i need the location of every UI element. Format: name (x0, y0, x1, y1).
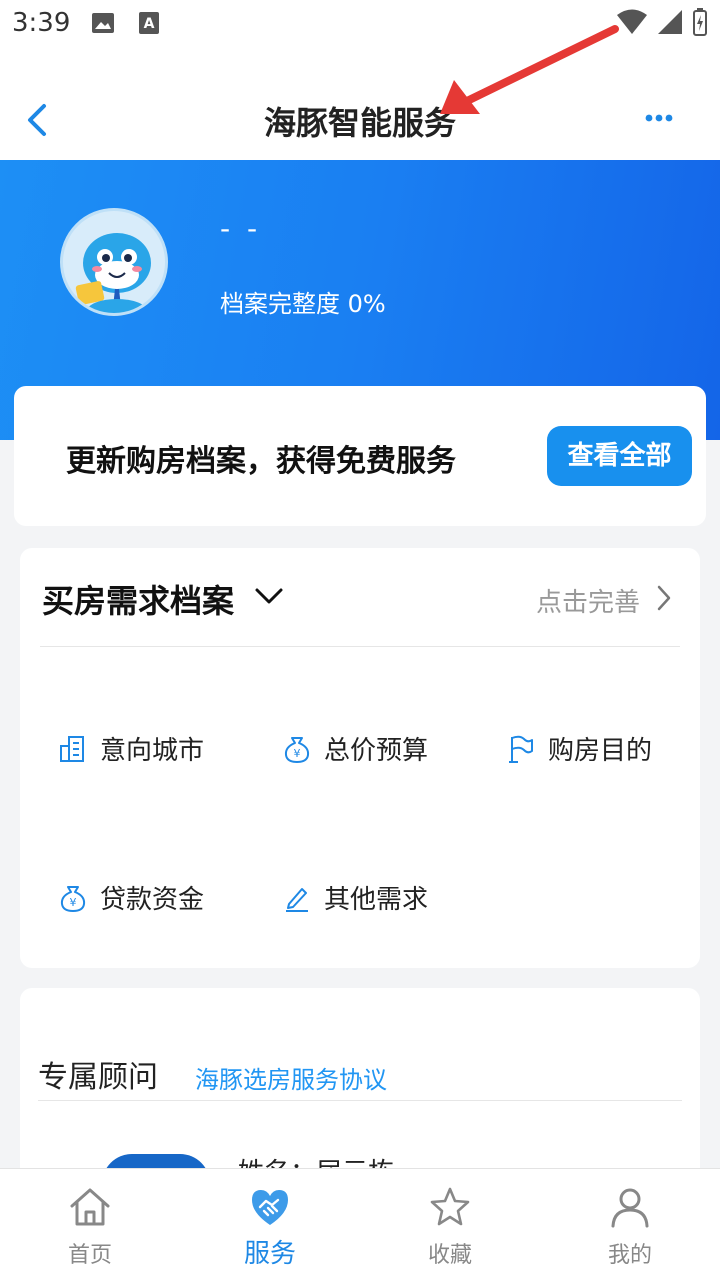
promo-card: 更新购房档案，获得免费服务 查看全部 (14, 386, 706, 526)
complete-profile-link[interactable]: 点击完善 (536, 582, 640, 619)
tab-bar: 首页 服务 收藏 我的 (0, 1168, 720, 1280)
status-time: 3:39 (12, 8, 71, 38)
tab-label: 收藏 (427, 1243, 472, 1268)
tab-service[interactable]: 服务 (180, 1169, 360, 1280)
dolphin-mascot-icon (75, 233, 151, 313)
tab-mine[interactable]: 我的 (540, 1169, 720, 1280)
edit-icon (286, 887, 308, 912)
tab-label: 我的 (607, 1243, 652, 1268)
profile-completeness: 档案完整度 0% (220, 290, 386, 318)
annotation-arrow-icon (440, 25, 619, 114)
demand-title[interactable]: 买房需求档案 (42, 576, 234, 622)
demand-item-loan[interactable]: ¥ 贷款资金 (58, 879, 204, 916)
svg-text:A: A (144, 16, 155, 32)
signal-icon (658, 10, 682, 34)
demand-item-label: 总价预算 (324, 736, 429, 766)
home-icon (70, 1188, 110, 1226)
tab-home[interactable]: 首页 (0, 1169, 180, 1280)
divider (40, 646, 680, 647)
person-icon (611, 1188, 649, 1228)
image-notification-icon (92, 13, 114, 33)
promo-text: 更新购房档案，获得免费服务 (66, 444, 456, 479)
text-notification-icon: A (139, 12, 159, 34)
svg-text:¥: ¥ (294, 747, 301, 760)
divider (38, 1100, 682, 1101)
svg-text:¥: ¥ (70, 896, 77, 909)
demand-item-label: 购房目的 (548, 736, 653, 766)
more-icon[interactable] (644, 110, 674, 126)
tab-favorites[interactable]: 收藏 (360, 1169, 540, 1280)
building-icon (60, 735, 84, 762)
chevron-down-icon[interactable] (254, 586, 284, 606)
demand-item-other[interactable]: 其他需求 (282, 879, 428, 916)
star-icon (430, 1187, 470, 1226)
loan-bag-icon: ¥ (60, 885, 86, 912)
avatar[interactable] (60, 208, 168, 316)
view-all-button[interactable]: 查看全部 (547, 426, 692, 486)
demand-item-label: 其他需求 (324, 885, 429, 915)
tab-label: 首页 (67, 1243, 112, 1268)
demand-item-purpose[interactable]: 购房目的 (506, 730, 652, 767)
service-agreement-link[interactable]: 海豚选房服务协议 (195, 1060, 387, 1095)
battery-icon (693, 8, 707, 36)
tab-label: 服务 (243, 1239, 296, 1269)
flag-icon (509, 735, 533, 763)
money-bag-icon: ¥ (284, 736, 310, 763)
advisor-title: 专属顾问 (38, 1060, 158, 1095)
demand-card: 买房需求档案 点击完善 意向城市 ¥ 总价预算 购房目的 ¥ 贷款资金 其他需求 (20, 548, 700, 968)
chevron-right-icon[interactable] (656, 584, 672, 612)
handshake-icon (252, 1190, 288, 1225)
advisor-card: 专属顾问 海豚选房服务协议 姓名：屈元栋 (20, 988, 700, 1188)
profile-name: - - (220, 212, 262, 245)
demand-item-city[interactable]: 意向城市 (58, 730, 204, 767)
demand-item-label: 贷款资金 (100, 885, 205, 915)
demand-item-budget[interactable]: ¥ 总价预算 (282, 730, 428, 767)
demand-item-label: 意向城市 (100, 736, 205, 766)
